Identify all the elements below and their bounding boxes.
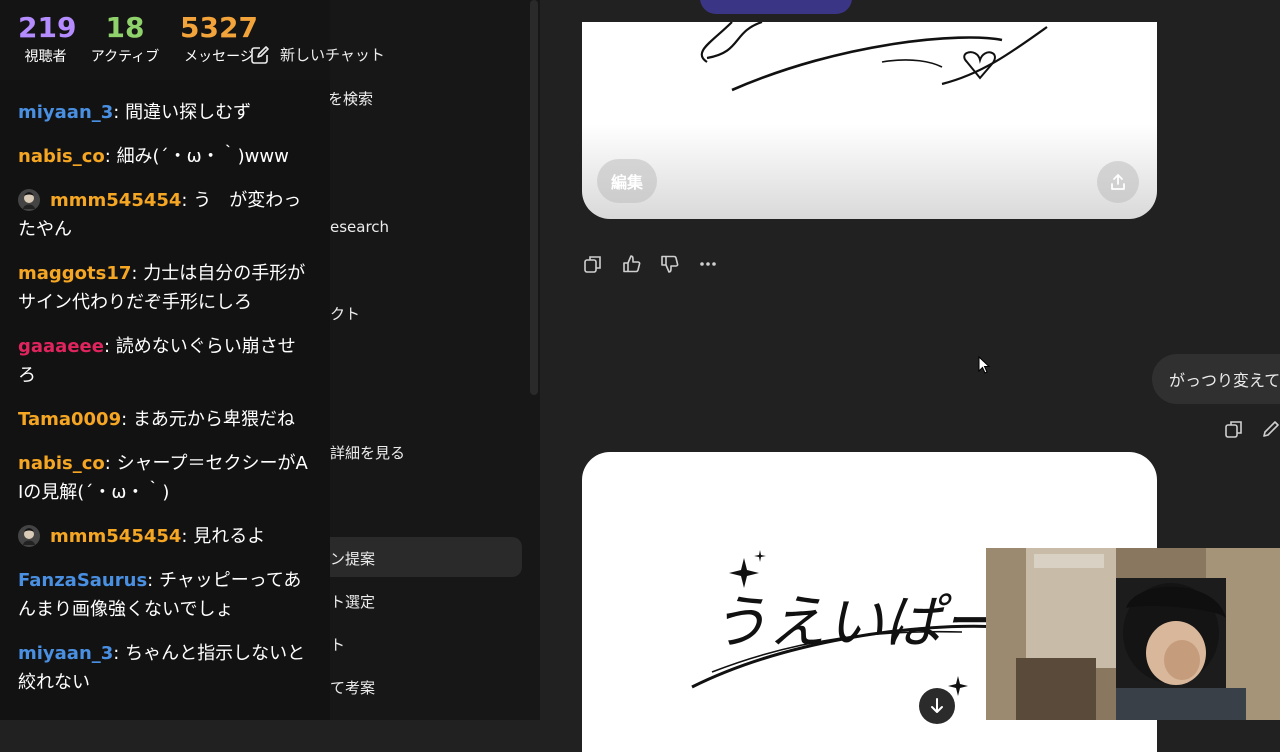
sidebar-item-chat-other[interactable]: ト: [330, 634, 345, 655]
viewers-count: 219: [18, 11, 77, 44]
chat-separator: :: [104, 146, 117, 167]
chat-username[interactable]: nabis_co: [18, 146, 105, 167]
chat-message: gaaaeee: 読めないぐらい崩させろ: [18, 332, 308, 390]
chat-message: nabis_co: 細み(´・ω・｀)www: [18, 142, 308, 171]
active-stat: 18 アクティブ: [85, 10, 165, 68]
chat-username[interactable]: miyaan_3: [18, 643, 113, 664]
chat-message: nabis_co: シャープ＝セクシーがAIの見解(´・ω・｀): [18, 449, 308, 507]
chat-username[interactable]: FanzaSaurus: [18, 570, 147, 591]
active-count: 18: [105, 11, 145, 44]
sidebar-item-projects[interactable]: クト: [330, 303, 360, 324]
thumbs-down-icon[interactable]: [659, 253, 681, 275]
chat-separator: :: [121, 409, 133, 430]
chat-username[interactable]: nabis_co: [18, 453, 105, 474]
chat-separator: :: [104, 453, 117, 474]
webcam-image: [986, 548, 1280, 720]
stream-stats-bar: 219 視聴者 18 アクティブ 5327 メッセージ: [0, 0, 330, 80]
share-icon: [1111, 174, 1125, 190]
chat-separator: :: [113, 102, 126, 123]
chat-separator: :: [103, 336, 116, 357]
chat-message: miyaan_3: 間違い探しむず: [18, 98, 308, 127]
scroll-to-bottom-button[interactable]: [919, 688, 955, 724]
chat-username[interactable]: gaaaeee: [18, 336, 104, 357]
user-message-bubble: がっつり変えて: [1152, 354, 1280, 404]
chat-separator: :: [147, 570, 159, 591]
webcam-feed: [986, 548, 1280, 720]
sidebar-item-deep-research[interactable]: esearch: [330, 218, 389, 236]
copy-message-icon[interactable]: [1223, 418, 1245, 440]
viewers-stat: 219 視聴者: [18, 10, 77, 68]
chat-username[interactable]: mmm545454: [50, 190, 181, 211]
user-badge-icon: [18, 525, 40, 547]
chat-separator: :: [131, 263, 144, 284]
messages-stat: 5327 メッセージ: [180, 10, 258, 68]
chat-username[interactable]: mmm545454: [50, 526, 181, 547]
edit-message-icon[interactable]: [1260, 418, 1280, 440]
user-badge-icon: [18, 189, 40, 211]
chat-separator: :: [181, 190, 194, 211]
generated-image-1[interactable]: [582, 22, 1157, 219]
copy-icon[interactable]: [582, 253, 604, 275]
sidebar-scrollbar[interactable]: [530, 0, 538, 395]
chat-username[interactable]: miyaan_3: [18, 102, 113, 123]
chat-text: まあ元から卑猥だね: [132, 409, 295, 430]
thumbs-up-icon[interactable]: [621, 253, 643, 275]
chat-separator: :: [181, 526, 194, 547]
chat-message: FanzaSaurus: チャッピーってあんまり画像強くないでしょ: [18, 566, 308, 624]
top-pill-button[interactable]: [700, 0, 852, 14]
chat-message: miyaan_3: ちゃんと指示しないと絞れない: [18, 639, 308, 697]
stream-chat-overlay: 219 視聴者 18 アクティブ 5327 メッセージ miyaan_3: 間違…: [0, 0, 330, 720]
more-options-icon[interactable]: [697, 253, 719, 275]
sidebar-item-chat-idea[interactable]: て考案: [330, 677, 375, 698]
sidebar-item-chat-proposal[interactable]: ン提案: [330, 548, 375, 569]
active-label: アクティブ: [90, 49, 160, 65]
new-chat-label: 新しいチャット: [280, 46, 385, 64]
signature-drawing: [700, 22, 1048, 92]
chat-message: Tama0009: まあ元から卑猥だね: [18, 405, 308, 434]
stream-chat-list: miyaan_3: 間違い探しむず nabis_co: 細み(´・ω・｀)www m…: [18, 98, 308, 712]
sidebar-item-see-more[interactable]: 詳細を見る: [330, 442, 405, 463]
chat-username[interactable]: maggots17: [18, 263, 131, 284]
chat-text: 間違い探しむず: [125, 102, 252, 123]
chat-message: maggots17: 力士は自分の手形がサイン代わりだぞ手形にしろ: [18, 259, 308, 317]
edit-image-button[interactable]: 編集: [597, 159, 657, 203]
messages-label: メッセージ: [184, 49, 254, 65]
chat-message: mmm545454: 見れるよ: [18, 522, 308, 551]
sidebar-new-chat[interactable]: 新しいチャット: [250, 44, 385, 65]
arrow-down-icon: [931, 698, 943, 713]
chat-message: mmm545454: う が変わったやん: [18, 186, 308, 244]
chat-text: 細み(´・ω・｀)www: [116, 146, 289, 167]
chat-text: 見れるよ: [193, 526, 266, 547]
messages-count: 5327: [180, 11, 258, 44]
sidebar-item-chat-selection[interactable]: ト選定: [330, 591, 375, 612]
viewers-label: 視聴者: [24, 49, 67, 65]
chat-username[interactable]: Tama0009: [18, 409, 121, 430]
new-chat-icon: [251, 45, 269, 64]
chat-separator: :: [113, 643, 126, 664]
mouse-cursor-icon: [978, 356, 991, 374]
share-image-button[interactable]: [1097, 161, 1139, 203]
sidebar-item-search-chats[interactable]: を検索: [328, 88, 373, 109]
